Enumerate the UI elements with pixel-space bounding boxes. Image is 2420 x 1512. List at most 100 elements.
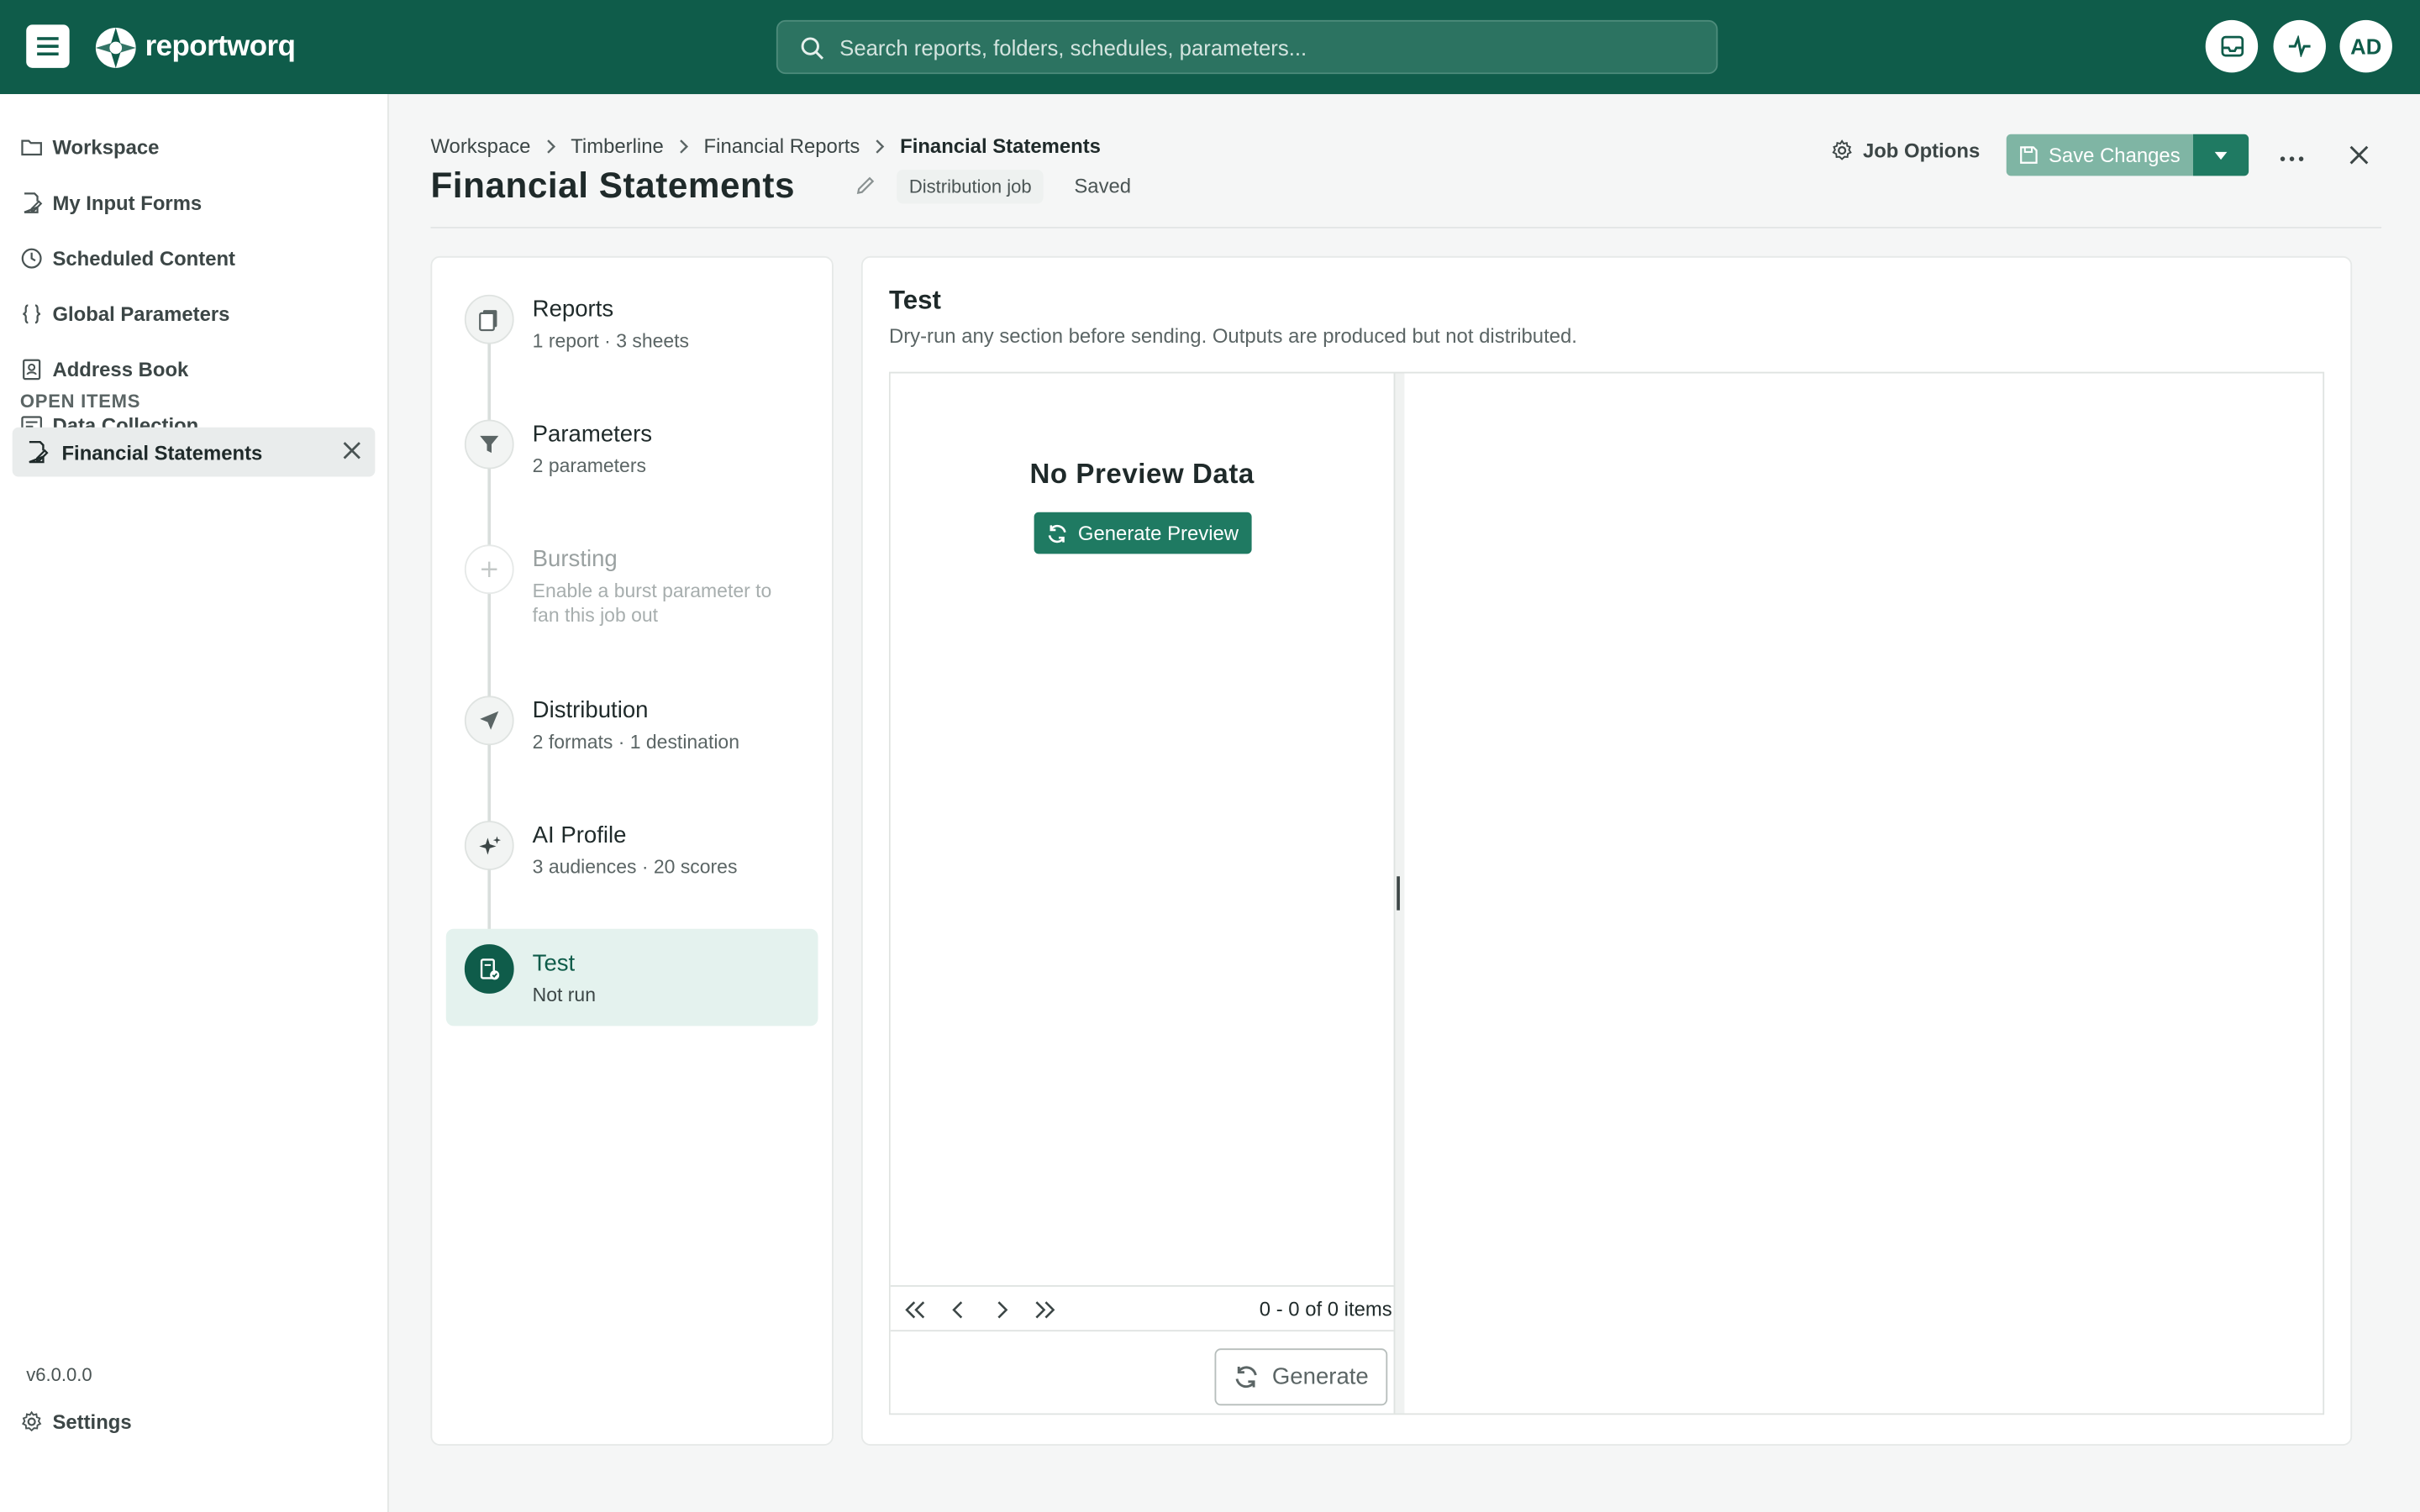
sidebar-item-label: Global Parameters [52, 302, 230, 325]
step-name: AI Profile [532, 822, 627, 849]
step-test[interactable]: Test Not run [445, 928, 818, 1026]
step-name: Parameters [532, 421, 653, 448]
save-status: Saved [1074, 174, 1132, 198]
step-summary: 1 report · 3 sheets [532, 330, 690, 352]
chevron-right-icon [680, 139, 689, 153]
generate-preview-button[interactable]: Generate Preview [1034, 512, 1252, 554]
filter-icon [464, 419, 514, 470]
form-edit-icon [29, 441, 49, 464]
clock-icon [21, 247, 42, 268]
step-summary: Not run [532, 984, 596, 1006]
next-page-button[interactable] [989, 1298, 1013, 1322]
first-page-button[interactable] [902, 1298, 927, 1322]
empty-state-title: No Preview Data [1029, 458, 1255, 490]
step-ai-profile[interactable]: AI Profile 3 audiences · 20 scores [446, 808, 818, 904]
sidebar-item-workspace[interactable]: Workspace [20, 128, 160, 165]
splitter-grip-icon[interactable] [1397, 876, 1400, 911]
gear-icon [21, 1410, 42, 1431]
step-reports[interactable]: Reports 1 report · 3 sheets [446, 282, 818, 378]
gear-icon [1832, 139, 1852, 160]
last-page-button[interactable] [1033, 1298, 1057, 1322]
refresh-icon [1235, 1366, 1258, 1389]
step-summary: 3 audiences · 20 scores [532, 856, 738, 879]
inbox-button[interactable] [2205, 19, 2259, 73]
sidebar-item-global-parameters[interactable]: Global Parameters [20, 295, 230, 332]
breadcrumb: Workspace Timberline Financial Reports F… [430, 134, 1101, 158]
chevron-right-icon [546, 139, 555, 153]
search-input[interactable] [839, 34, 1674, 60]
job-type-badge: Distribution job [897, 170, 1044, 204]
caret-down-icon [2214, 151, 2228, 160]
step-name: Reports [532, 296, 614, 323]
sidebar-item-settings[interactable]: Settings [20, 1403, 132, 1440]
sidebar-item-address-book[interactable]: Address Book [20, 350, 188, 387]
step-summary: 2 formats · 1 destination [532, 731, 739, 753]
step-summary: Enable a burst parameter to fan this job… [532, 580, 772, 627]
user-avatar[interactable]: AD [2339, 19, 2392, 73]
step-distribution[interactable]: Distribution 2 formats · 1 destination [446, 684, 818, 780]
hamburger-menu-button[interactable] [26, 24, 70, 68]
more-options-button[interactable] [2280, 142, 2304, 170]
breadcrumb-item[interactable]: Workspace [430, 134, 530, 158]
step-name: Bursting [532, 546, 618, 573]
form-edit-icon [24, 192, 43, 213]
pencil-icon[interactable] [855, 175, 877, 197]
sidebar-item-my-input-forms[interactable]: My Input Forms [20, 184, 202, 221]
contact-book-icon [23, 358, 41, 380]
folder-icon [21, 139, 42, 155]
section-title: Test [888, 285, 941, 315]
save-changes-button[interactable]: Save Changes [2006, 134, 2194, 176]
page-title: Financial Statements [430, 165, 796, 206]
step-name: Distribution [532, 697, 649, 724]
open-item-label: Financial Statements [61, 440, 263, 464]
sidebar-item-scheduled-content[interactable]: Scheduled Content [20, 239, 235, 276]
pagination-bar: 0 - 0 of 0 items [890, 1285, 1394, 1332]
job-options-button[interactable]: Job Options [1830, 139, 1980, 162]
top-bar: reportworq AD [0, 0, 2420, 95]
global-search[interactable] [776, 19, 1718, 75]
activity-pulse-icon [2288, 35, 2311, 57]
pagination-info: 0 - 0 of 0 items [1259, 1297, 1392, 1321]
job-options-label: Job Options [1862, 139, 1981, 162]
sparkle-icon [464, 821, 514, 870]
step-parameters[interactable]: Parameters 2 parameters [446, 407, 818, 503]
close-icon[interactable] [2348, 144, 2371, 167]
chevron-right-icon [997, 1301, 1008, 1319]
generate-button[interactable]: Generate [1214, 1348, 1388, 1406]
test-document-icon [464, 944, 514, 994]
hamburger-icon [37, 37, 59, 56]
breadcrumb-item[interactable]: Timberline [571, 134, 664, 158]
sidebar-item-label: Settings [52, 1409, 132, 1433]
section-description: Dry-run any section before sending. Outp… [888, 323, 1577, 348]
plus-icon [464, 544, 514, 595]
brand-name: reportworq [145, 30, 296, 64]
save-options-dropdown[interactable] [2193, 134, 2249, 176]
sidebar-item-label: Workspace [52, 134, 160, 159]
save-changes-label: Save Changes [2049, 143, 2181, 167]
braces-icon [23, 303, 41, 323]
logo-mark-icon [95, 28, 136, 68]
generate-preview-label: Generate Preview [1077, 521, 1239, 545]
previous-page-button[interactable] [946, 1298, 971, 1322]
open-item-financial-statements[interactable]: Financial Statements [12, 427, 376, 477]
chevron-left-icon [952, 1301, 963, 1319]
sidebar-item-label: Address Book [52, 357, 189, 381]
sidebar-item-label: My Input Forms [52, 190, 203, 214]
close-icon[interactable] [341, 439, 363, 461]
breadcrumb-item[interactable]: Financial Reports [704, 134, 860, 158]
refresh-icon [1049, 523, 1067, 543]
app-root: reportworq AD Workspace My Input Forms S… [0, 0, 2420, 1512]
activity-button[interactable] [2273, 19, 2326, 73]
chevron-right-icon [876, 139, 885, 153]
double-chevron-left-icon [905, 1301, 925, 1319]
generate-label: Generate [1271, 1363, 1369, 1390]
double-chevron-right-icon [1035, 1301, 1055, 1319]
app-version: v6.0.0.0 [26, 1363, 92, 1386]
open-items-heading: OPEN ITEMS [19, 390, 141, 412]
step-bursting[interactable]: Bursting Enable a burst parameter to fan… [446, 533, 818, 628]
save-disk-icon [2020, 146, 2039, 164]
inbox-icon [2220, 35, 2244, 57]
search-icon [801, 36, 824, 59]
sidebar-item-label: Scheduled Content [52, 245, 236, 270]
brand-logo[interactable]: reportworq [92, 24, 296, 71]
